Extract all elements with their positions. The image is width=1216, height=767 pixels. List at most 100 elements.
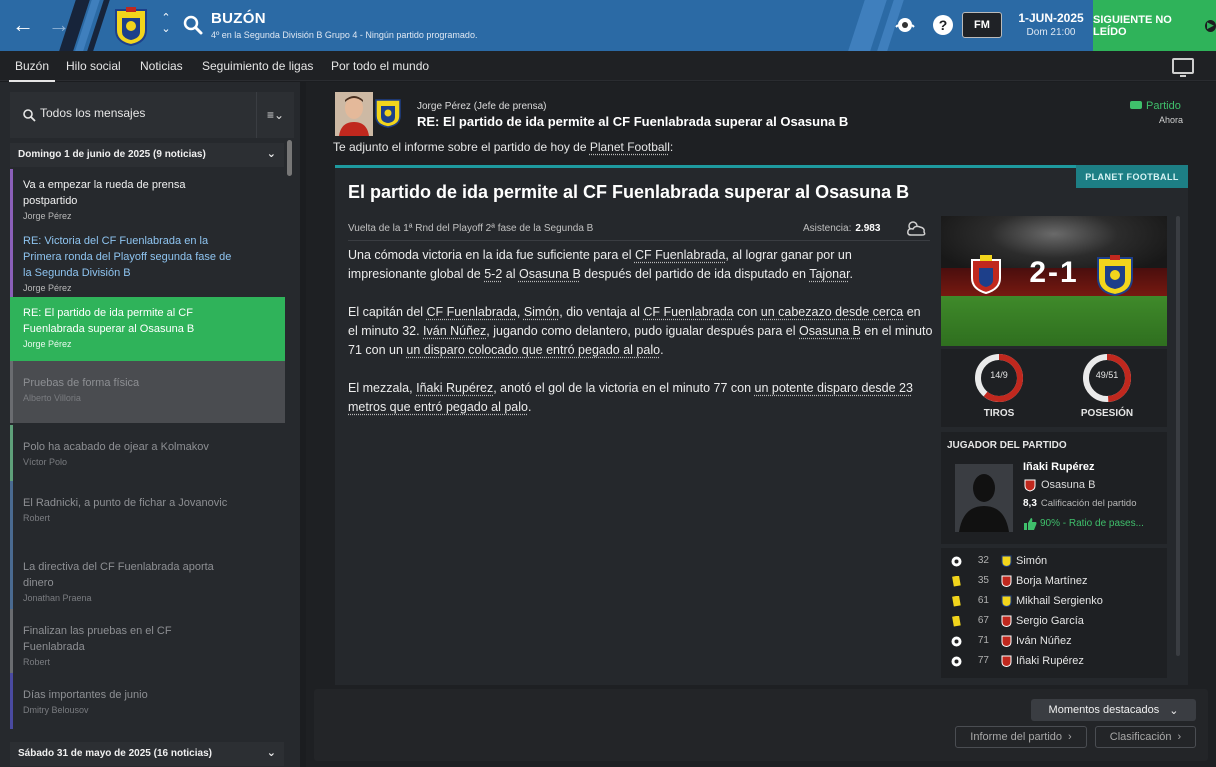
article-scrollbar[interactable] [1176, 216, 1180, 656]
stadium-link[interactable]: Tajonar [809, 267, 849, 281]
message-sender: Jorge Pérez [23, 339, 72, 349]
sender-avatar [335, 92, 373, 136]
tab-around-the-world[interactable]: Por todo el mundo [331, 59, 429, 73]
event-row[interactable]: 35 Borja Martínez [941, 572, 1167, 592]
highlight-link[interactable]: un disparo colocado que entró pegado al … [406, 343, 660, 357]
highlight-link[interactable]: un cabezazo desde cerca [761, 305, 903, 319]
match-score-card[interactable]: 2-1 [941, 216, 1167, 346]
article-paragraph: El mezzala, Iñaki Rupérez, anotó el gol … [348, 381, 913, 414]
aggregate-link[interactable]: 5-2 [484, 267, 502, 281]
attendance: Asistencia: 2.983 [803, 223, 880, 234]
next-unread-label: SIGUIENTE NO LEÍDO [1093, 13, 1172, 38]
event-player: Sergio García [1016, 615, 1084, 627]
message-subject: RE: Victoria del CF Fuenlabrada en la Pr… [23, 235, 232, 279]
date-display[interactable]: 1-JUN-2025 Dom 21:00 [1012, 8, 1090, 44]
message-subject: El Radnicki, a punto de fichar a Jovanov… [23, 497, 228, 509]
match-tag-label: Partido [1146, 100, 1181, 112]
thumbs-up-icon [1024, 518, 1037, 530]
list-item[interactable]: RE: Victoria del CF Fuenlabrada en la Pr… [10, 225, 285, 297]
date-group-header[interactable]: Sábado 31 de mayo de 2025 (16 noticias) … [10, 742, 284, 766]
football-manager-icon[interactable] [894, 14, 916, 36]
match-report-button[interactable]: Informe del partido › [955, 726, 1087, 748]
event-player: Iván Núñez [1016, 635, 1072, 647]
list-item[interactable]: El Radnicki, a punto de fichar a Jovanov… [10, 481, 285, 545]
player-link[interactable]: Iván Núñez [423, 324, 486, 338]
yellow-card-icon [952, 576, 961, 587]
club-crest-icon [375, 99, 401, 128]
club-switch-icon[interactable]: ⌃ ⌄ [158, 13, 174, 39]
message-subject: Polo ha acabado de ojear a Kolmakov [23, 441, 209, 453]
osasuna-crest-icon [1001, 655, 1012, 667]
list-item[interactable]: Días importantes de junio Dmitry Belouso… [10, 673, 285, 729]
shots-ring: 14/9 [974, 353, 1024, 403]
tab-league-tracking[interactable]: Seguimiento de ligas [202, 59, 313, 73]
player-of-the-match[interactable]: JUGADOR DEL PARTIDO Iñaki Rupérez Osasun… [941, 432, 1167, 544]
club-link[interactable]: CF Fuenlabrada [427, 305, 517, 319]
osasuna-crest-icon [1001, 575, 1012, 587]
list-item[interactable]: La directiva del CF Fuenlabrada aporta d… [10, 545, 285, 609]
intro-text: : [669, 140, 674, 154]
event-minute: 71 [977, 635, 989, 646]
event-row[interactable]: 61 Mikhail Sergienko [941, 592, 1167, 612]
match-rating: 8,3 Calificación del partido [1023, 498, 1137, 509]
event-row[interactable]: 32 Simón [941, 552, 1167, 572]
search-icon[interactable] [182, 14, 204, 36]
article-body: Una cómoda victoria en la ida fue sufici… [348, 246, 933, 436]
next-unread-button[interactable]: SIGUIENTE NO LEÍDO ▶ [1093, 0, 1216, 51]
player-link[interactable]: Iñaki Rupérez [416, 381, 493, 395]
news-article: PLANET FOOTBALL El partido de ida permit… [335, 165, 1188, 685]
message-filter[interactable]: Todos los mensajes ≡⌄ [10, 92, 294, 138]
help-icon[interactable]: ? [932, 14, 954, 36]
monitor-icon[interactable] [1172, 58, 1194, 77]
player-name[interactable]: Iñaki Rupérez [1023, 461, 1095, 473]
event-row[interactable]: 77 Iñaki Rupérez [941, 652, 1167, 672]
club-crest-icon[interactable] [112, 6, 150, 46]
message-view: Jorge Pérez (Jefe de prensa) RE: El part… [306, 82, 1216, 767]
club-link[interactable]: CF Fuenlabrada [643, 305, 733, 319]
article-headline: El partido de ida permite al CF Fuenlabr… [348, 182, 910, 202]
player-club[interactable]: Osasuna B [1041, 479, 1095, 491]
list-item-selected[interactable]: RE: El partido de ida permite al CF Fuen… [10, 297, 285, 361]
sort-menu-button[interactable]: ≡⌄ [256, 92, 294, 138]
current-day-time: Dom 21:00 [1026, 27, 1076, 38]
message-sender: Robert [23, 657, 51, 667]
event-row[interactable]: 67 Sergio García [941, 612, 1167, 632]
list-scrollbar[interactable] [287, 140, 292, 176]
match-tag[interactable]: Partido [1130, 100, 1181, 112]
source-link[interactable]: Planet Football [590, 140, 670, 154]
club-link[interactable]: CF Fuenlabrada [635, 248, 725, 262]
standings-button[interactable]: Clasificación › [1095, 726, 1196, 748]
list-item[interactable]: Polo ha acabado de ojear a Kolmakov Víct… [10, 425, 285, 481]
rating-value: 8,3 [1023, 498, 1037, 509]
back-arrow-icon[interactable]: ← [8, 10, 38, 40]
message-subject: Va a empezar la rueda de prensa postpart… [23, 179, 186, 207]
section-tabs: Buzón Hilo social Noticias Seguimiento d… [0, 51, 1216, 82]
pass-ratio: 90% - Ratio de pases... [1040, 518, 1144, 529]
search-icon [23, 109, 36, 122]
club-link[interactable]: Osasuna B [519, 267, 581, 281]
cloudy-weather-icon [907, 221, 926, 236]
tab-social-feed[interactable]: Hilo social [66, 59, 121, 73]
fm-menu-button[interactable]: FM [962, 12, 1002, 38]
tab-news[interactable]: Noticias [140, 59, 183, 73]
club-link[interactable]: Osasuna B [799, 324, 861, 338]
event-player: Borja Martínez [1016, 575, 1088, 587]
message-sender: Dmitry Belousov [23, 705, 89, 715]
tab-inbox[interactable]: Buzón [8, 59, 56, 82]
event-minute: 32 [977, 555, 989, 566]
event-row[interactable]: 71 Iván Núñez [941, 632, 1167, 652]
date-group-label: Domingo 1 de junio de 2025 (9 noticias) [18, 149, 206, 160]
date-group-header[interactable]: Domingo 1 de junio de 2025 (9 noticias) … [10, 143, 284, 167]
chevron-down-icon: ⌄ [266, 148, 276, 160]
player-link[interactable]: Simón [524, 305, 559, 319]
forward-arrow-icon[interactable]: → [44, 10, 74, 40]
top-bar: ← → ⌃ ⌄ BUZÓN 4º en la Segunda División B… [0, 0, 1216, 51]
list-item[interactable]: Finalizan las pruebas en el CF Fuenlabra… [10, 609, 285, 673]
message-sender: Jorge Pérez [23, 211, 72, 221]
list-item[interactable]: Va a empezar la rueda de prensa postpart… [10, 169, 285, 225]
highlights-dropdown[interactable]: Momentos destacados ⌄ [1031, 699, 1196, 721]
goal-ball-icon [951, 636, 962, 647]
player-silhouette [955, 464, 1013, 532]
list-item[interactable]: Pruebas de forma física Alberto Villoria [10, 361, 285, 423]
message-sender[interactable]: Jorge Pérez (Jefe de prensa) [417, 101, 547, 112]
